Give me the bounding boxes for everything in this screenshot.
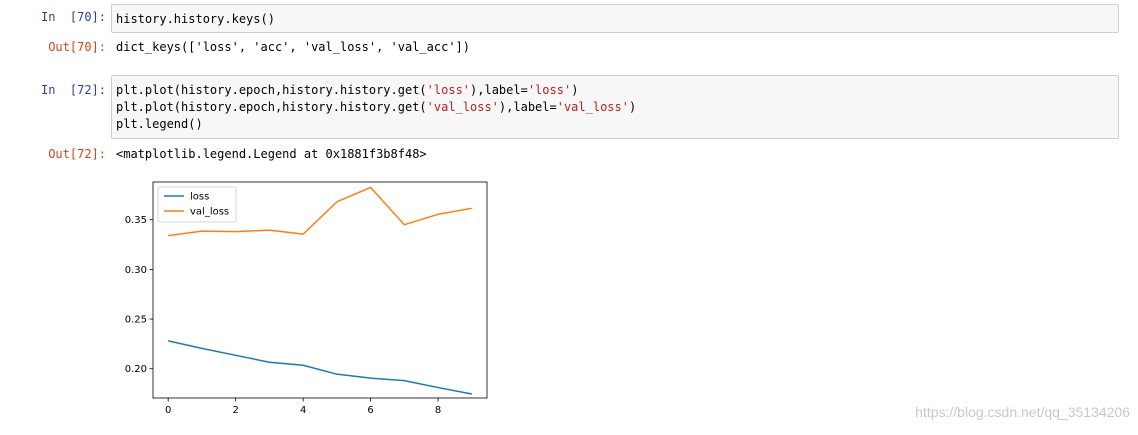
x-tick-label: 8 <box>435 405 441 416</box>
watermark-text: https://blog.csdn.net/qq_35134206 <box>915 404 1130 420</box>
y-tick-label: 0.30 <box>125 265 147 276</box>
y-tick-label: 0.25 <box>125 315 147 326</box>
x-tick-label: 2 <box>232 405 238 416</box>
legend-label-val-loss: val_loss <box>190 207 229 218</box>
y-tick-label: 0.20 <box>125 364 147 375</box>
legend-label-loss: loss <box>190 192 209 203</box>
x-tick-label: 4 <box>300 405 306 416</box>
x-tick-label: 0 <box>165 405 171 416</box>
loss-line-chart: 0 2 4 6 8 0.20 0.25 0.30 0.35 loss val_loss <box>125 181 488 416</box>
y-tick-label: 0.35 <box>125 215 147 226</box>
x-tick-label: 6 <box>367 405 373 416</box>
plot-output: 0 2 4 6 8 0.20 0.25 0.30 0.35 loss val_loss <box>0 0 1138 435</box>
